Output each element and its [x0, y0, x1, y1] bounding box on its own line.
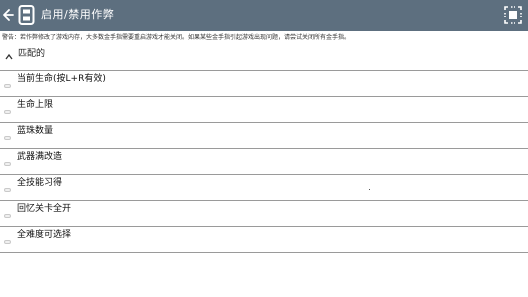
toggle-switch[interactable]: [4, 162, 11, 166]
toggle-switch[interactable]: [4, 188, 11, 192]
select-frame-icon[interactable]: [503, 5, 523, 25]
group-label: 匹配的: [18, 49, 46, 59]
cheat-row[interactable]: 全难度可选择: [0, 226, 528, 252]
toggle-switch[interactable]: [4, 84, 11, 88]
cheat-label: 蓝珠数量: [17, 126, 54, 136]
page-title: 启用/禁用作弊: [41, 8, 115, 21]
warning-text: 警告：若作弊修改了游戏内存，大多数金手指需要重启游戏才能关闭。如果某些金手指引起…: [2, 34, 351, 41]
cheat-list: 当前生命(按L+R有效) 生命上限 蓝珠数量 武器满改造 全技能习得 回忆关卡全…: [0, 70, 528, 253]
cheat-row[interactable]: 武器满改造: [0, 148, 528, 174]
cheat-row[interactable]: 全技能习得: [0, 174, 528, 200]
cheat-label: 生命上限: [17, 100, 54, 110]
cheat-label: 当前生命(按L+R有效): [17, 74, 106, 84]
cheat-label: 回忆关卡全开: [17, 204, 72, 214]
cheat-label: 全难度可选择: [17, 230, 72, 240]
cheat-row[interactable]: 生命上限: [0, 96, 528, 122]
cheat-row[interactable]: 回忆关卡全开: [0, 200, 528, 226]
app-bar: 启用/禁用作弊: [0, 0, 528, 31]
toggle-switch[interactable]: [4, 110, 11, 114]
arrow-left-icon[interactable]: [2, 4, 16, 26]
cheat-row[interactable]: 当前生命(按L+R有效): [0, 70, 528, 96]
cheat-label: 全技能习得: [17, 178, 63, 188]
cheat-app-icon: [18, 5, 35, 25]
screen-speck: [369, 189, 370, 190]
cheats-screen: 启用/禁用作弊 警告：若作弊修改了游戏内存，大多数金手指需要重启游戏才能关闭。如…: [0, 0, 528, 297]
cheat-label: 武器满改造: [17, 152, 63, 162]
toggle-switch[interactable]: [4, 240, 11, 244]
list-divider: [0, 252, 528, 253]
cheat-row[interactable]: 蓝珠数量: [0, 122, 528, 148]
caret-up-icon: [5, 53, 13, 60]
group-header-matched[interactable]: 匹配的: [0, 44, 528, 68]
toggle-switch[interactable]: [4, 136, 11, 140]
toggle-switch[interactable]: [4, 214, 11, 218]
